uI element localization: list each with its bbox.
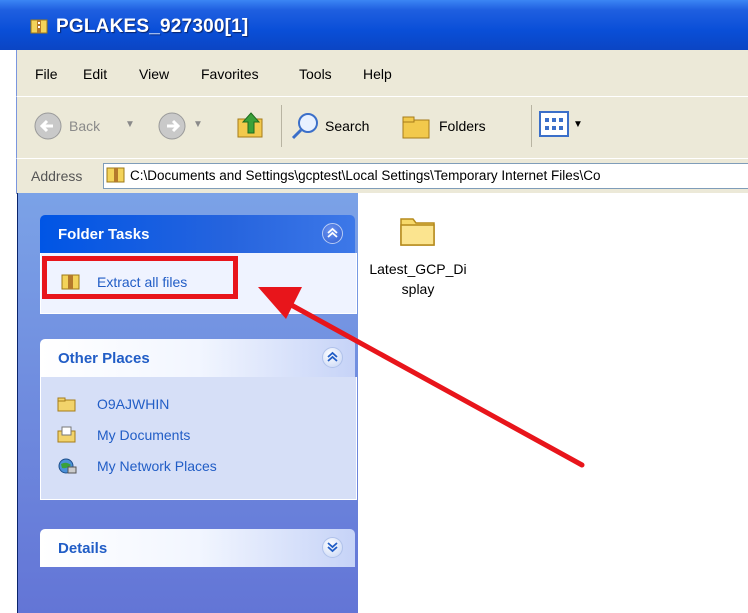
address-path: C:\Documents and Settings\gcptest\Local … [130, 168, 601, 183]
search-button[interactable]: Search [289, 107, 399, 145]
network-places-icon [58, 458, 77, 474]
menu-file[interactable]: File [35, 66, 58, 82]
my-documents-icon [57, 426, 76, 443]
other-places-title: Other Places [58, 350, 150, 367]
zip-folder-small-icon [106, 167, 125, 183]
back-arrow-icon [34, 112, 62, 140]
folder-icon [400, 218, 435, 246]
menu-tools[interactable]: Tools [299, 66, 332, 82]
search-label: Search [325, 118, 370, 134]
details-header[interactable]: Details [40, 529, 355, 567]
zip-folder-icon [30, 19, 48, 34]
folders-label: Folders [439, 118, 486, 134]
search-icon [291, 113, 318, 140]
views-button[interactable]: ▼ [539, 111, 585, 141]
address-bar: Address C:\Documents and Settings\gcptes… [16, 158, 748, 194]
forward-button[interactable]: ▼ [157, 109, 217, 143]
menu-bar: File Edit View Favorites Tools Help [16, 50, 748, 96]
back-dropdown-icon[interactable]: ▼ [125, 119, 135, 130]
toolbar: Back ▼ ▼ Search Folders ▼ [16, 96, 748, 159]
expand-chevron-icon[interactable] [322, 537, 343, 558]
folder-icon [57, 397, 76, 412]
forward-arrow-icon [158, 112, 186, 140]
views-dropdown-icon[interactable]: ▼ [573, 119, 583, 130]
up-folder-icon[interactable] [235, 109, 267, 141]
annotation-arrow [258, 287, 585, 468]
collapse-chevron-icon[interactable] [322, 223, 343, 244]
title-bar[interactable]: PGLAKES_927300[1] [0, 0, 748, 50]
address-label: Address [31, 168, 83, 184]
menu-favorites[interactable]: Favorites [201, 66, 259, 82]
toolbar-separator [281, 105, 282, 147]
folders-icon [402, 116, 430, 139]
back-label: Back [69, 118, 101, 134]
toolbar-separator-2 [531, 105, 532, 147]
menu-edit[interactable]: Edit [83, 66, 107, 82]
place-link-my-documents[interactable]: My Documents [97, 427, 190, 443]
menu-help[interactable]: Help [363, 66, 392, 82]
folder-tasks-title: Folder Tasks [58, 226, 150, 243]
folder-tasks-header[interactable]: Folder Tasks [40, 215, 355, 253]
address-field[interactable]: C:\Documents and Settings\gcptest\Local … [103, 163, 748, 189]
folders-button[interactable]: Folders [401, 107, 521, 145]
place-link-my-network-places[interactable]: My Network Places [97, 458, 217, 474]
annotation-highlight-box [42, 256, 238, 299]
details-title: Details [58, 540, 108, 557]
back-button[interactable]: Back ▼ [33, 109, 143, 143]
forward-dropdown-icon[interactable]: ▼ [193, 119, 203, 130]
window-title: PGLAKES_927300[1] [56, 16, 249, 37]
menu-view[interactable]: View [139, 66, 169, 82]
place-link-o9ajwhin[interactable]: O9AJWHIN [97, 396, 169, 412]
views-icon [539, 111, 569, 137]
